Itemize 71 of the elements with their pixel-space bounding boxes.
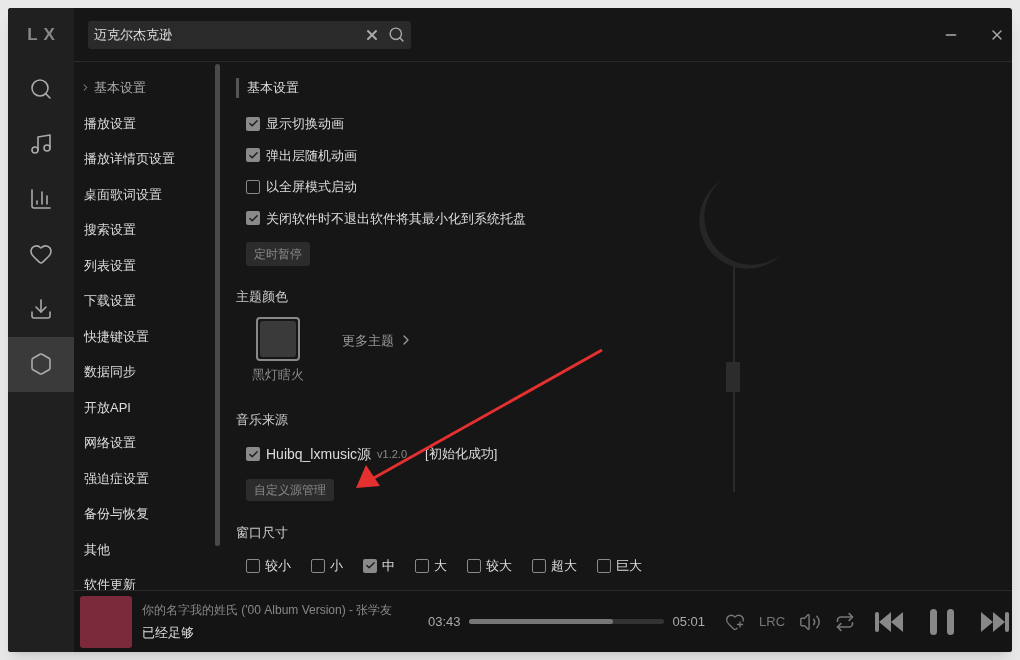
search-field[interactable]: 迈克尔杰克逊 [88,20,411,49]
bar-chart-icon [29,187,53,211]
settings-menu-item[interactable]: 备份与恢复 [74,496,222,532]
settings-menu-item[interactable]: 搜索设置 [74,212,222,248]
album-cover [80,595,132,648]
option-label: 较大 [486,557,512,575]
checkbox[interactable] [597,558,611,573]
option-label: 弹出层随机动画 [266,146,357,165]
option-label: 较小 [265,557,291,575]
settings-menu-item[interactable]: 基本设置 [74,70,222,106]
heart-icon [29,242,53,266]
pause-icon[interactable] [929,608,956,635]
option-label: 中 [382,557,395,575]
progress-bar[interactable] [468,619,664,624]
download-icon [29,297,53,321]
section-title: 窗口尺寸 [236,524,288,540]
custom-source-button[interactable]: 自定义源管理 [246,478,334,501]
checkbox[interactable] [246,179,260,194]
theme-name: 黑灯瞎火 [252,365,304,384]
settings-menu-item[interactable]: 列表设置 [74,247,222,283]
scrollbar[interactable] [215,64,220,546]
option-label: 超大 [551,557,577,575]
settings-menu-item[interactable]: 桌面歌词设置 [74,176,222,212]
option-label: 关闭软件时不退出软件将其最小化到系统托盘 [266,209,526,228]
checkbox[interactable] [311,558,325,573]
source-version: v1.2.0 [377,446,407,462]
search-icon[interactable] [388,26,405,43]
source-name: Huibq_lxmusic源 [266,444,372,464]
option-label: 显示切换动画 [266,115,344,133]
section-title: 主题颜色 [236,289,288,304]
option-label: 大 [434,557,447,575]
section-title: 基本设置 [247,79,299,98]
more-themes-link[interactable]: 更多主题 [342,330,414,350]
checkbox[interactable] [246,447,260,461]
settings-menu-item[interactable]: 其他 [74,531,222,567]
section-title: 音乐来源 [236,412,288,427]
music-note-icon [29,132,53,156]
checkbox[interactable] [532,558,546,573]
checkbox[interactable] [246,116,260,131]
lyric-line: 已经足够 [142,623,195,642]
app-logo: LX [26,24,61,46]
settings-menu-item[interactable]: 快捷键设置 [74,318,222,354]
checkbox[interactable] [363,558,377,573]
search-icon [29,77,53,101]
settings-menu-item[interactable]: 强迫症设置 [74,460,222,496]
source-status: [初始化成功] [425,445,498,464]
repeat-icon[interactable] [835,611,856,632]
checkbox[interactable] [415,558,429,573]
timer-pause-button[interactable]: 定时暂停 [246,242,310,266]
checkbox[interactable] [246,558,260,573]
nav-button[interactable] [8,336,74,392]
total-time: 05:01 [672,612,706,631]
song-title: 你的名字我的姓氏 ('00 Album Version) - 张学友 [142,601,394,619]
settings-menu-item[interactable]: 网络设置 [74,425,222,461]
elapsed-time: 03:43 [428,612,461,631]
theme-swatch[interactable] [256,316,300,361]
settings-menu-item[interactable]: 下载设置 [74,283,222,319]
option-label: 以全屏模式启动 [266,178,357,196]
settings-menu-item[interactable]: 开放API [74,389,222,425]
checkbox[interactable] [246,211,260,226]
settings-menu-item[interactable]: 播放设置 [74,105,222,141]
lyrics-button[interactable]: LRC [759,611,786,632]
checkbox[interactable] [246,148,260,163]
settings-menu-item[interactable]: 播放详情页设置 [74,141,222,177]
previous-icon[interactable] [875,610,906,633]
settings-menu-item[interactable]: 数据同步 [74,354,222,390]
option-label: 小 [330,557,343,575]
checkbox[interactable] [467,558,481,573]
next-icon[interactable] [979,610,1010,633]
option-label: 巨大 [616,557,642,575]
settings-icon [29,352,53,376]
